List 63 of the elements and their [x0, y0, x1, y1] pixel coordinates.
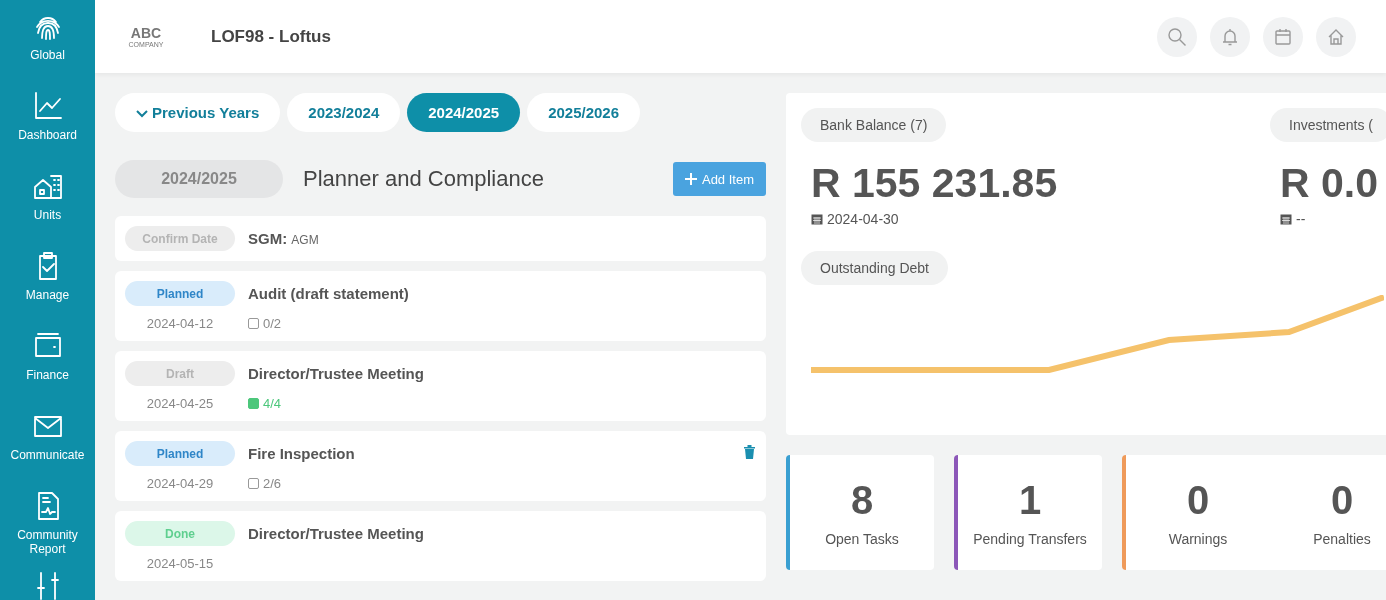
- balance-label: Investments (: [1270, 108, 1386, 142]
- sidebar-item[interactable]: Manage: [0, 250, 95, 330]
- sidebar-item[interactable]: Dashboard: [0, 90, 95, 170]
- stat-value: 0: [1186, 478, 1210, 523]
- home-button[interactable]: [1316, 16, 1356, 57]
- add-item-button[interactable]: Add Item: [672, 162, 766, 196]
- year-label: 2024/2025: [115, 160, 283, 198]
- search-icon: [1167, 26, 1187, 47]
- item-date: 2024-04-25: [145, 396, 215, 411]
- year-tab[interactable]: 2025/2026: [527, 93, 641, 132]
- calendar-icon: [1273, 26, 1293, 47]
- balance-date: 2024-04-30: [827, 211, 899, 227]
- sidebar-item[interactable]: Global: [0, 10, 95, 90]
- status-badge: Draft: [125, 361, 235, 386]
- balance-amount: R 0.0: [1280, 160, 1378, 207]
- status-badge: Done: [125, 521, 235, 546]
- stat-label: Warnings: [1168, 531, 1228, 547]
- year-tab[interactable]: 2023/2024: [287, 93, 401, 132]
- status-badge: Planned: [125, 281, 235, 306]
- status-badge: Planned: [125, 441, 235, 466]
- year-tab[interactable]: 2024/2025: [407, 93, 521, 132]
- sidebar-item[interactable]: Communicate: [0, 410, 95, 490]
- notification-button[interactable]: [1210, 16, 1250, 57]
- item-title: Fire Inspection: [248, 445, 356, 462]
- section-title: Planner and Compliance: [303, 166, 545, 192]
- planner-item[interactable]: Planned Fire Inspection 2024-04-29 2/6: [115, 431, 766, 501]
- item-title: Director/Trustee Meeting: [248, 525, 425, 542]
- task-count: 4/4: [248, 396, 743, 411]
- sidebar-item[interactable]: Community Report: [0, 490, 95, 570]
- stat-value: 1: [1018, 478, 1042, 523]
- balance-label: Bank Balance (7): [801, 108, 947, 142]
- planner-item[interactable]: Confirm Date SGM: AGM: [115, 216, 766, 261]
- calendar-icon: [1280, 213, 1292, 225]
- item-title: Audit (draft statement): [248, 285, 410, 302]
- stat-value: 8: [850, 478, 874, 523]
- sidebar-item[interactable]: Units: [0, 170, 95, 250]
- stat-label: Pending Transfers: [973, 531, 1087, 547]
- planner-item[interactable]: Done Director/Trustee Meeting 2024-05-15: [115, 511, 766, 581]
- item-date: 2024-05-15: [145, 556, 215, 571]
- search-button[interactable]: [1157, 16, 1197, 57]
- item-date: 2024-04-29: [145, 476, 215, 491]
- task-count: 2/6: [248, 476, 730, 491]
- plus-icon: [684, 173, 697, 185]
- balance-amount: R 155 231.85: [811, 160, 1058, 207]
- item-date: 2024-04-12: [145, 316, 215, 331]
- planner-item[interactable]: Planned Audit (draft statement) 2024-04-12 0/2: [115, 271, 766, 341]
- status-badge: Confirm Date: [125, 226, 235, 251]
- page-title: LOF98 - Loftus: [211, 26, 332, 47]
- stat-label: Open Tasks: [825, 531, 899, 547]
- stat-label: Penalties: [1313, 531, 1371, 547]
- item-title: Director/Trustee Meeting: [248, 365, 425, 382]
- trash-icon[interactable]: [743, 444, 756, 459]
- planner-item[interactable]: Draft Director/Trustee Meeting 2024-04-25 4/4: [115, 351, 766, 421]
- balance-date: --: [1296, 211, 1306, 227]
- debt-label: Outstanding Debt: [801, 251, 948, 285]
- bell-icon: [1220, 26, 1240, 47]
- item-title: SGM: AGM: [248, 230, 320, 247]
- year-tab[interactable]: Previous Years: [115, 93, 281, 132]
- task-count: 0/2: [248, 316, 743, 331]
- calendar-button[interactable]: [1263, 16, 1303, 57]
- sidebar-item[interactable]: Finance: [0, 330, 95, 410]
- stat-value: 0: [1330, 478, 1354, 523]
- calendar-icon: [811, 213, 823, 225]
